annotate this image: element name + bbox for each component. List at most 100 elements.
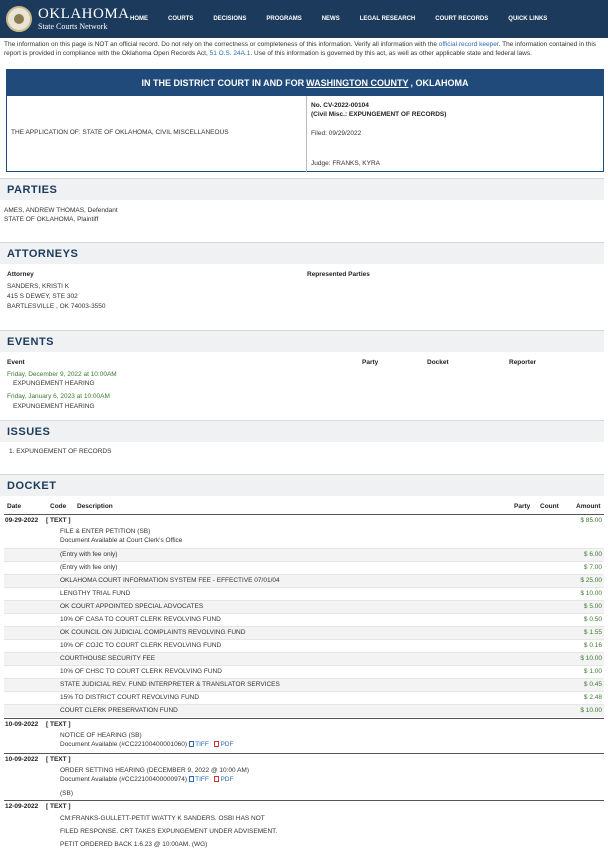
case-type: (Civil Misc.: EXPUNGEMENT OF RECORDS) <box>311 111 447 118</box>
entry-4-line-1: CM:FRANKS-GULLETT-PETIT W/ATTY K SANDERS… <box>60 815 265 822</box>
top-nav: OKLAHOMA State Courts Network HOME COURT… <box>0 0 608 38</box>
fee-description: STATE JUDICIAL REV. FUND INTERPRETER & T… <box>60 681 280 688</box>
entry-3-code: [ TEXT ] <box>46 756 71 763</box>
state-seal-icon <box>6 6 32 32</box>
fee-amount: $ 0.16 <box>583 642 602 649</box>
tiff-file-icon <box>189 741 195 747</box>
entry-1-document-note: Document Available at Court Clerk's Offi… <box>60 537 183 544</box>
menu-home[interactable]: HOME <box>130 16 148 22</box>
entry-2-document: Document Available (#CC22100400001060) TI… <box>60 741 233 748</box>
county-link[interactable]: WASHINGTON COUNTY <box>306 78 408 88</box>
fee-row: COURTHOUSE SECURITY FEE $ 10.00 <box>4 652 604 665</box>
issue-1: 1. EXPUNGEMENT OF RECORDS <box>9 448 112 455</box>
menu-programs[interactable]: PROGRAMS <box>266 16 301 22</box>
entry-4-line-2: FILED RESPONSE. CRT TAKES EXPUNGEMENT UN… <box>60 828 278 835</box>
menu-quick-links[interactable]: QUICK LINKS <box>508 16 547 22</box>
events-col-party: Party <box>362 359 379 366</box>
fee-amount: $ 1.55 <box>583 629 602 636</box>
entry-1-date: 09-29-2022 <box>5 517 39 524</box>
entry-3-document: Document Available (#CC22100400000974) TI… <box>60 776 233 783</box>
fee-row: LENGTHY TRIAL FUND $ 10.00 <box>4 587 604 600</box>
notice-text-1: The information on this page is NOT an o… <box>4 41 439 48</box>
menu-legal-research[interactable]: LEGAL RESEARCH <box>360 16 416 22</box>
entry-3-date: 10-09-2022 <box>5 756 39 763</box>
attorney-column-header: Attorney <box>7 271 34 278</box>
fee-row: OK COUNCIL ON JUDICIAL COMPLAINTS REVOLV… <box>4 626 604 639</box>
entry-1-description: FILE & ENTER PETITION (SB) <box>60 528 151 535</box>
events-heading: EVENTS <box>0 330 604 352</box>
fee-amount: $ 6.00 <box>583 551 602 558</box>
logo-title: OKLAHOMA <box>38 6 130 22</box>
entry-2-tiff-link[interactable]: TIFF <box>195 741 209 748</box>
docket-column-headers: Date Code Description Party Count Amount <box>4 503 604 513</box>
events-col-docket: Docket <box>427 359 449 366</box>
entry-4-date: 12-09-2022 <box>5 803 39 810</box>
party-plaintiff: STATE OF OKLAHOMA, Plaintiff <box>4 216 99 223</box>
docket-col-amount: Amount <box>576 503 601 510</box>
official-record-keeper-link[interactable]: official record keeper <box>439 41 499 48</box>
fee-description: LENGTHY TRIAL FUND <box>60 590 131 597</box>
event-2-date: Friday, January 6, 2023 at 10:00AM <box>7 393 110 400</box>
fee-description: 15% TO DISTRICT COURT REVOLVING FUND <box>60 694 200 701</box>
attorneys-heading: ATTORNEYS <box>0 242 604 264</box>
menu-courts[interactable]: COURTS <box>168 16 193 22</box>
fee-amount: $ 25.00 <box>580 577 602 584</box>
fee-row: COURT CLERK PRESERVATION FUND $ 10.00 <box>4 704 604 717</box>
menu-court-records[interactable]: COURT RECORDS <box>435 16 488 22</box>
pdf-file-icon <box>214 776 220 782</box>
docket-heading: DOCKET <box>0 474 604 496</box>
entry-2-pdf-link[interactable]: PDF <box>220 741 233 748</box>
case-header: IN THE DISTRICT COURT IN AND FOR WASHING… <box>6 69 604 172</box>
entry-2-date: 10-09-2022 <box>5 721 39 728</box>
docket-col-party: Party <box>514 503 531 510</box>
menu-decisions[interactable]: DECISIONS <box>213 16 246 22</box>
fee-row: (Entry with fee only) $ 6.00 <box>4 548 604 561</box>
fee-amount: $ 10.00 <box>580 655 602 662</box>
fee-description: OK COURT APPOINTED SPECIAL ADVOCATES <box>60 603 204 610</box>
docket-col-description: Description <box>77 503 113 510</box>
court-banner: IN THE DISTRICT COURT IN AND FOR WASHING… <box>7 70 603 96</box>
docket-entry-4: 12-09-2022 [ TEXT ] CM:FRANKS-GULLETT-PE… <box>4 801 604 853</box>
tiff-file-icon <box>189 776 195 782</box>
entry-1-amount: $ 85.00 <box>580 517 602 524</box>
events-col-reporter: Reporter <box>509 359 537 366</box>
attorney-name: SANDERS, KRISTI K <box>7 283 70 290</box>
entry-3-pdf-link[interactable]: PDF <box>220 776 233 783</box>
events-col-event: Event <box>7 359 25 366</box>
fee-amount: $ 0.45 <box>583 681 602 688</box>
fee-description: COURT CLERK PRESERVATION FUND <box>60 707 178 714</box>
parties-heading: PARTIES <box>0 178 604 200</box>
event-1-name: EXPUNGEMENT HEARING <box>13 380 95 387</box>
pdf-file-icon <box>214 741 220 747</box>
main-menu: HOME COURTS DECISIONS PROGRAMS NEWS LEGA… <box>130 16 567 22</box>
entry-2-document-number: Document Available (#CC22100400001060) <box>60 741 188 748</box>
fee-description: OKLAHOMA COURT INFORMATION SYSTEM FEE - … <box>60 577 280 584</box>
fee-amount: $ 7.00 <box>583 564 602 571</box>
entry-3-document-number: Document Available (#CC22100400000974) <box>60 776 188 783</box>
docket-col-date: Date <box>7 503 22 510</box>
entry-4-code: [ TEXT ] <box>46 803 71 810</box>
open-records-act-link[interactable]: 51 O.S. 24A.1 <box>210 50 251 57</box>
event-2-name: EXPUNGEMENT HEARING <box>13 403 95 410</box>
represented-parties-column-header: Represented Parties <box>307 271 370 278</box>
issues-heading: ISSUES <box>0 420 604 442</box>
fee-description: (Entry with fee only) <box>60 564 118 571</box>
notice-text-3: . Use of this information is governed by… <box>250 50 532 57</box>
case-judge: Judge: FRANKS, KYRA <box>311 160 380 167</box>
fee-description: 10% OF CHSC TO COURT CLERK REVOLVING FUN… <box>60 668 222 675</box>
fee-row: 15% TO DISTRICT COURT REVOLVING FUND $ 2.… <box>4 691 604 704</box>
entry-2-code: [ TEXT ] <box>46 721 71 728</box>
fee-row: (Entry with fee only) $ 7.00 <box>4 561 604 574</box>
fee-description: (Entry with fee only) <box>60 551 118 558</box>
docket-entry-1: 09-29-2022 [ TEXT ] $ 85.00 FILE & ENTER… <box>4 515 604 549</box>
docket-col-count: Count <box>540 503 559 510</box>
fee-description: 10% OF COJC TO COURT CLERK REVOLVING FUN… <box>60 642 222 649</box>
attorney-address-2: BARTLESVILLE , OK 74003-3550 <box>7 303 106 310</box>
site-logo[interactable]: OKLAHOMA State Courts Network <box>0 6 130 32</box>
menu-news[interactable]: NEWS <box>322 16 340 22</box>
entry-3-description: ORDER SETTING HEARING (DECEMBER 9, 2022 … <box>60 767 250 774</box>
entry-3-tiff-link[interactable]: TIFF <box>195 776 209 783</box>
entry-4-line-3: PETIT ORDERED BACK 1.6.23 @ 10:00AM. (WG… <box>60 841 208 848</box>
banner-suffix: , OKLAHOMA <box>410 78 469 88</box>
logo-subtitle: State Courts Network <box>38 22 108 31</box>
